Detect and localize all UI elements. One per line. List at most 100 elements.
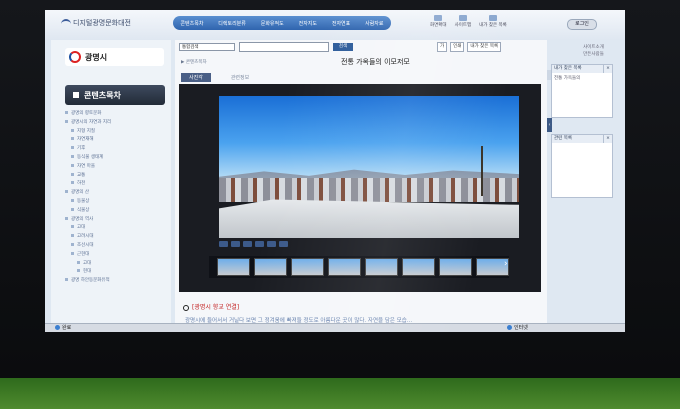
sitemap-icon bbox=[458, 15, 467, 21]
search-scope-select[interactable]: 통합검색 bbox=[179, 43, 235, 51]
next-arrow-icon[interactable]: › bbox=[504, 259, 508, 269]
globe-icon bbox=[507, 325, 512, 330]
tree-item[interactable]: 고려시대 bbox=[61, 233, 169, 242]
related-list-header: 관련 목록 × bbox=[552, 135, 612, 143]
menu-square-icon bbox=[73, 92, 79, 98]
site-logo-icon bbox=[61, 19, 71, 27]
browser-screen: 디지털광명문화대전 콘텐츠목차 디렉토리분류 문화유적도 전자지도 전자연표 사… bbox=[45, 10, 625, 332]
tree-item[interactable]: 조선시대 bbox=[61, 242, 169, 251]
thumbnail[interactable] bbox=[328, 258, 361, 276]
nav-heritage-map[interactable]: 문화유적도 bbox=[261, 20, 284, 27]
top-navigation: 콘텐츠목차 디렉토리분류 문화유적도 전자지도 전자연표 사람자료 bbox=[173, 16, 391, 30]
status-left: 완료 bbox=[55, 324, 71, 332]
photo-rooftop bbox=[219, 199, 519, 238]
nav-content-index[interactable]: 콘텐츠목차 bbox=[180, 20, 203, 27]
city-emblem-icon bbox=[69, 51, 81, 63]
view-tools: 가 인쇄 내가 찾은 목록 bbox=[437, 42, 502, 52]
utility-links: 화면확대 사이트맵 내가 찾은 목록 bbox=[430, 15, 507, 28]
tree-item[interactable]: 지형 지질 bbox=[61, 128, 169, 137]
close-icon[interactable]: × bbox=[603, 135, 612, 143]
tree-item[interactable]: 고대 bbox=[61, 260, 169, 269]
tree-item[interactable]: 동물상 bbox=[61, 198, 169, 207]
my-list-header: 내가 찾은 목록 × bbox=[552, 65, 612, 73]
thumbnail[interactable] bbox=[291, 258, 324, 276]
zoom-icon bbox=[434, 15, 443, 21]
site-header: 디지털광명문화대전 콘텐츠목차 디렉토리분류 문화유적도 전자지도 전자연표 사… bbox=[45, 10, 625, 40]
viewer-controls bbox=[219, 241, 299, 248]
print-button[interactable]: 인쇄 bbox=[450, 42, 465, 52]
rotate-left-icon[interactable] bbox=[243, 241, 252, 247]
search-button[interactable]: 검색 bbox=[333, 43, 353, 51]
rotate-right-icon[interactable] bbox=[255, 241, 264, 247]
thumbnail[interactable] bbox=[217, 258, 250, 276]
tree-item[interactable]: 광명의 향토문화 bbox=[61, 110, 169, 119]
status-bar: 완료 인터넷 bbox=[45, 323, 625, 332]
tree-item[interactable]: 자연 마을 bbox=[61, 163, 169, 172]
tab-related[interactable]: 관련정보 bbox=[223, 73, 257, 82]
about-link[interactable]: 사이트소개 bbox=[566, 44, 621, 51]
play-icon[interactable] bbox=[267, 241, 276, 247]
tree-item[interactable]: 자연재해 bbox=[61, 136, 169, 145]
thumbnail-strip bbox=[209, 256, 509, 278]
left-panel: 광명시 콘텐츠목차 광명의 향토문화 광명시의 자연과 지리 지형 지질 자연재해 기후… bbox=[51, 40, 171, 326]
fullscreen-icon[interactable] bbox=[279, 241, 288, 247]
city-name: 광명시 bbox=[85, 52, 108, 62]
nav-people[interactable]: 사람자료 bbox=[365, 20, 383, 27]
search-bar: 통합검색 검색 bbox=[179, 42, 353, 52]
status-zone: 인터넷 bbox=[507, 324, 528, 332]
floor-background bbox=[0, 378, 680, 409]
close-icon[interactable]: × bbox=[603, 65, 612, 73]
page-title: 전통 가옥들의 이모저모 bbox=[341, 58, 410, 66]
my-list-box: 내가 찾은 목록 × 전통 가옥들의 bbox=[551, 64, 613, 118]
thumbnail[interactable] bbox=[439, 258, 472, 276]
page-icon bbox=[55, 325, 60, 330]
right-links: 사이트소개 만든사람들 bbox=[566, 44, 621, 58]
content-tree: 광명의 향토문화 광명시의 자연과 지리 지형 지질 자연재해 기후 동식물 생태계 자연 … bbox=[61, 110, 169, 286]
tab-photo[interactable]: 사진각 bbox=[181, 73, 211, 82]
breadcrumb[interactable]: ▶ 콘텐츠목차 bbox=[181, 59, 207, 65]
related-list-box: 관련 목록 × bbox=[551, 134, 613, 198]
tree-item[interactable]: 광명의 역사 bbox=[61, 216, 169, 225]
photo-town bbox=[219, 178, 519, 202]
photo-sky bbox=[219, 96, 519, 181]
thumbnail[interactable] bbox=[402, 258, 435, 276]
panorama-photo[interactable] bbox=[219, 96, 519, 238]
tree-item[interactable]: 고대 bbox=[61, 224, 169, 233]
tree-item[interactable]: 광명 하안동문화유적 bbox=[61, 277, 169, 286]
left-nav-title-text: 콘텐츠목차 bbox=[84, 90, 121, 100]
zoom-out-icon[interactable] bbox=[231, 241, 240, 247]
credits-link[interactable]: 만든사람들 bbox=[566, 51, 621, 58]
list-icon bbox=[488, 15, 497, 21]
site-title[interactable]: 디지털광명문화대전 bbox=[61, 18, 131, 28]
sitemap-link[interactable]: 사이트맵 bbox=[455, 15, 471, 28]
tree-item[interactable]: 근현대 bbox=[61, 251, 169, 260]
thumbnail[interactable] bbox=[365, 258, 398, 276]
zoom-link[interactable]: 화면확대 bbox=[430, 15, 447, 28]
login-button[interactable]: 로그인 bbox=[567, 19, 597, 30]
tree-item[interactable]: 하천 bbox=[61, 180, 169, 189]
my-list-button[interactable]: 내가 찾은 목록 bbox=[467, 42, 502, 52]
zoom-in-icon[interactable] bbox=[219, 241, 228, 247]
font-size-button[interactable]: 가 bbox=[437, 42, 448, 52]
right-panel: 사이트소개 만든사람들 내가 찾은 목록 × 전통 가옥들의 관련 목록 × bbox=[551, 40, 621, 326]
content-tabs: 사진각 관련정보 bbox=[181, 73, 257, 82]
tree-item[interactable]: 기후 bbox=[61, 145, 169, 154]
section-title: [광명시 향교 연결] bbox=[183, 302, 239, 311]
my-list-link[interactable]: 내가 찾은 목록 bbox=[479, 15, 507, 28]
nav-digital-map[interactable]: 전자지도 bbox=[299, 20, 317, 27]
nav-directory[interactable]: 디렉토리분류 bbox=[218, 20, 246, 27]
search-input[interactable] bbox=[239, 42, 329, 52]
panorama-viewer[interactable]: › bbox=[179, 84, 541, 292]
tree-item[interactable]: 광명시의 자연과 지리 bbox=[61, 119, 169, 128]
nav-timeline[interactable]: 전자연표 bbox=[332, 20, 350, 27]
city-logo[interactable]: 광명시 bbox=[65, 48, 164, 66]
my-list-item[interactable]: 전통 가옥들의 bbox=[552, 73, 612, 83]
tree-item[interactable]: 현대 bbox=[61, 268, 169, 277]
tree-item[interactable]: 동식물 생태계 bbox=[61, 154, 169, 163]
tree-item[interactable]: 광명의 산 bbox=[61, 189, 169, 198]
thumbnail[interactable] bbox=[254, 258, 287, 276]
photo-utility-pole bbox=[481, 146, 483, 196]
tree-item[interactable]: 교통 bbox=[61, 172, 169, 181]
main-content: 통합검색 검색 가 인쇄 내가 찾은 목록 ▶ 콘텐츠목차 전통 가옥들의 이모… bbox=[175, 40, 547, 326]
tree-item[interactable]: 식물상 bbox=[61, 207, 169, 216]
